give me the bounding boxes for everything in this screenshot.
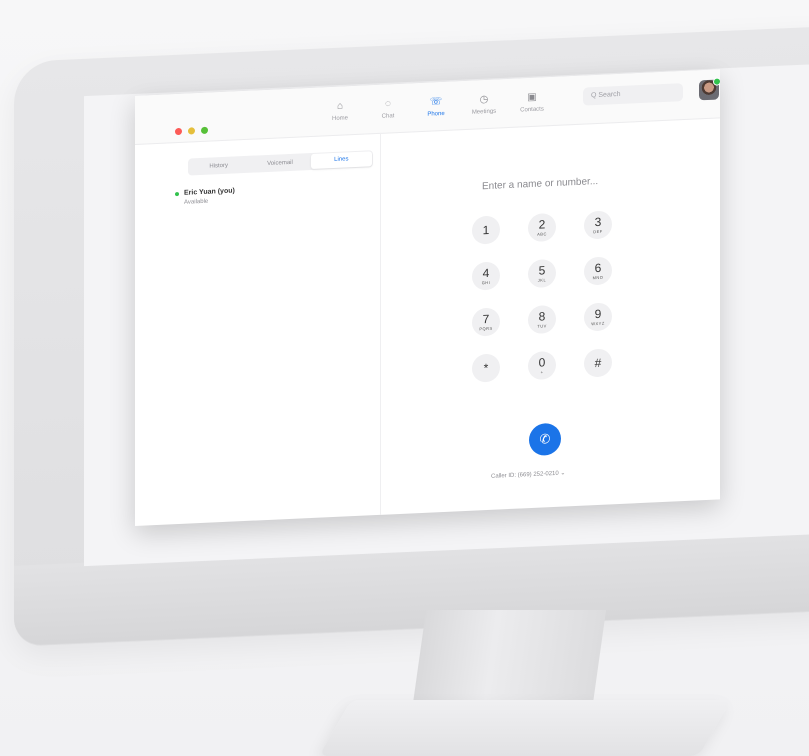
keypad: 1 2 ABC 3 DEF 4 GHI 5 JKL 6 MNO 7 PQRS 8 TUV 9W… xyxy=(472,210,612,383)
zoom-window-button[interactable] xyxy=(201,126,208,135)
key-letters: DEF xyxy=(593,228,603,235)
tab-history[interactable]: History xyxy=(188,161,249,170)
key-7[interactable]: 7 PQRS xyxy=(472,307,500,337)
key-letters: GHI xyxy=(481,279,491,286)
key-2[interactable]: 2 ABC xyxy=(528,212,556,243)
phone-icon: ✆ xyxy=(539,431,551,447)
key-star[interactable]: * xyxy=(472,353,500,383)
key-letters: PQRS xyxy=(479,325,493,332)
line-user-name: Eric Yuan (you) xyxy=(184,187,235,197)
dialpad-panel: Enter a name or number... 1 2 ABC 3 DEF 4G… xyxy=(380,117,720,514)
key-digit: 3 xyxy=(594,214,602,230)
monitor-stand-base xyxy=(318,700,732,756)
online-status-dot xyxy=(713,77,720,86)
contacts-icon: ▣ xyxy=(527,91,537,104)
key-digit: 5 xyxy=(538,263,546,278)
key-0[interactable]: 0 + xyxy=(528,350,556,381)
available-status-dot xyxy=(175,191,179,196)
nav-contacts-label: Contacts xyxy=(520,106,544,114)
line-name: Eric Yuan (you) xyxy=(175,187,235,197)
nav-home-label: Home xyxy=(331,115,348,123)
clock-icon: ◷ xyxy=(479,93,489,106)
search-input[interactable]: Q Search xyxy=(583,83,683,106)
key-letters: WXYZ xyxy=(591,320,605,327)
nav-chat[interactable]: ◌ Chat xyxy=(371,98,405,121)
key-4[interactable]: 4 GHI xyxy=(472,261,500,291)
key-letters: MNO xyxy=(592,274,604,281)
phone-icon: ☏ xyxy=(429,96,443,108)
key-digit: 2 xyxy=(538,217,546,232)
key-digit: 4 xyxy=(482,265,490,281)
number-input[interactable]: Enter a name or number... xyxy=(482,176,598,192)
minimize-window-button[interactable] xyxy=(188,127,195,135)
key-8[interactable]: 8 TUV xyxy=(528,304,556,335)
key-digit: 1 xyxy=(482,222,490,237)
home-icon: ⌂ xyxy=(336,100,344,112)
caller-id-dropdown[interactable]: Caller ID: (669) 252-0210 ⌄ xyxy=(491,469,565,479)
call-button[interactable]: ✆ xyxy=(529,422,561,457)
key-1[interactable]: 1 xyxy=(472,215,500,245)
nav-meetings[interactable]: ◷ Meetings xyxy=(467,93,501,116)
key-digit: 0 xyxy=(538,355,546,370)
key-digit: 8 xyxy=(538,309,546,324)
key-6[interactable]: 6 MNO xyxy=(584,256,612,286)
key-hash[interactable]: # xyxy=(584,348,612,378)
tab-voicemail[interactable]: Voicemail xyxy=(249,159,310,168)
line-entry[interactable]: Eric Yuan (you) Available xyxy=(175,187,235,206)
phone-tabs: History Voicemail Lines xyxy=(188,150,373,176)
key-5[interactable]: 5 JKL xyxy=(528,258,556,289)
avatar[interactable] xyxy=(699,77,720,101)
nav-phone[interactable]: ☏ Phone xyxy=(419,96,453,119)
key-letters: TUV xyxy=(537,323,547,329)
chat-icon: ◌ xyxy=(385,98,391,110)
window-controls xyxy=(175,126,208,136)
key-digit: # xyxy=(594,355,602,370)
key-3[interactable]: 3 DEF xyxy=(584,210,612,240)
nav-phone-label: Phone xyxy=(427,110,445,118)
nav-home[interactable]: ⌂ Home xyxy=(323,100,357,123)
nav-contacts[interactable]: ▣ Contacts xyxy=(515,91,549,114)
phone-app-window: ⌂ Home ◌ Chat ☏ Phone ◷ Meetings ▣ Conta… xyxy=(135,69,720,526)
tab-lines[interactable]: Lines xyxy=(310,151,372,170)
key-9[interactable]: 9 WXYZ xyxy=(584,302,612,332)
lines-panel: History Voicemail Lines Eric Yuan (you) … xyxy=(135,132,381,526)
close-window-button[interactable] xyxy=(175,127,182,136)
top-nav: ⌂ Home ◌ Chat ☏ Phone ◷ Meetings ▣ Conta… xyxy=(323,91,549,122)
line-status: Available xyxy=(184,198,209,206)
key-digit: * xyxy=(483,360,489,375)
nav-meetings-label: Meetings xyxy=(471,108,497,116)
key-digit: 6 xyxy=(594,260,602,276)
key-digit: 7 xyxy=(482,311,490,327)
key-letters: + xyxy=(540,369,544,375)
nav-chat-label: Chat xyxy=(381,113,395,120)
key-digit: 9 xyxy=(594,306,602,322)
key-letters: ABC xyxy=(537,231,547,237)
key-letters: JKL xyxy=(537,277,547,283)
